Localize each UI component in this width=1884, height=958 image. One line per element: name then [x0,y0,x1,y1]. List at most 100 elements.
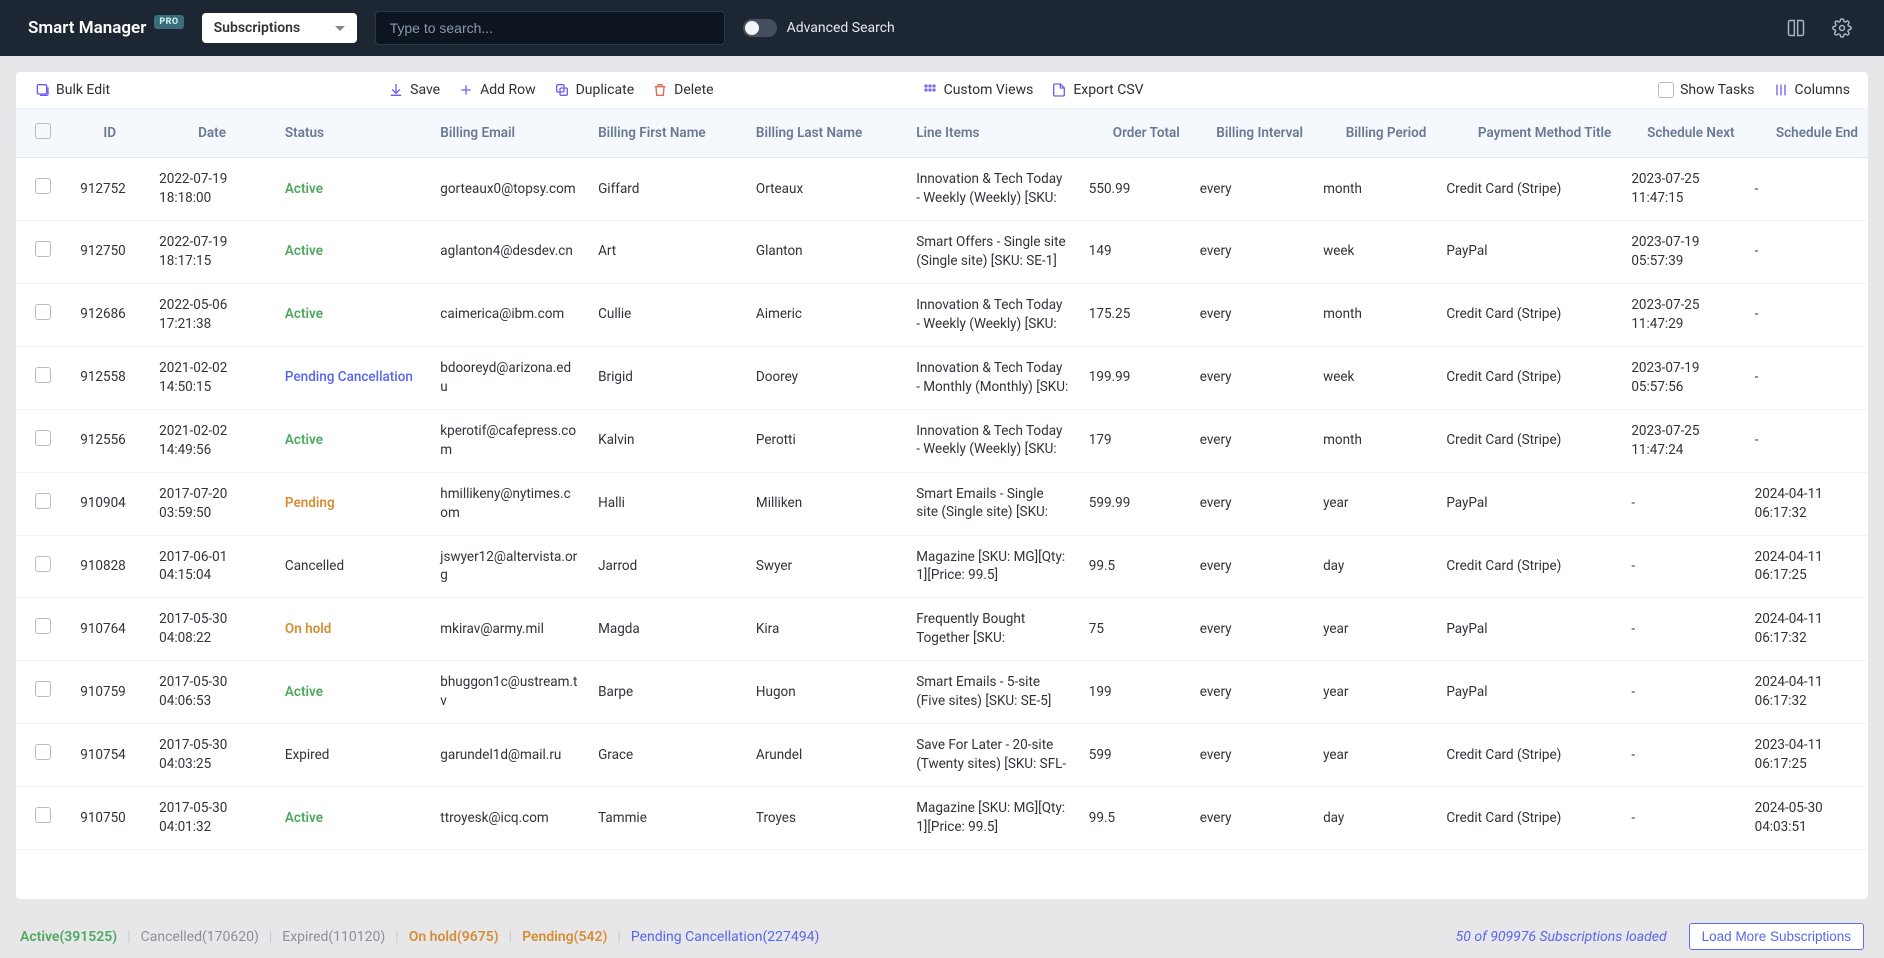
footer: Active(391525) | Cancelled(170620) | Exp… [16,915,1868,958]
cell-id: 910759 [70,661,149,724]
custom-views-button[interactable]: Custom Views [922,82,1034,98]
dashboard-select[interactable]: Subscriptions [202,13,357,43]
row-checkbox[interactable] [35,178,51,194]
cell-period: month [1313,283,1436,346]
filter-onhold[interactable]: On hold(9675) [409,929,499,945]
cell-status: Active [275,158,430,221]
show-tasks-checkbox[interactable] [1658,82,1674,98]
advanced-search-toggle[interactable] [743,19,777,37]
table-row[interactable]: 9127502022-07-19 18:17:15Activeaglanton4… [16,221,1868,284]
cell-total: 599.99 [1079,472,1190,535]
filter-active[interactable]: Active(391525) [20,929,117,945]
cell-items: Innovation & Tech Today - Monthly (Month… [906,346,1079,409]
row-checkbox[interactable] [35,807,51,823]
export-csv-button[interactable]: Export CSV [1051,82,1143,98]
table-row[interactable]: 9107542017-05-30 04:03:25Expiredgarundel… [16,724,1868,787]
gear-icon[interactable] [1828,14,1856,42]
table-row[interactable]: 9125562021-02-02 14:49:56Activekperotif@… [16,409,1868,472]
cell-email: mkirav@army.mil [430,598,588,661]
table-row[interactable]: 9108282017-06-01 04:15:04Cancelledjswyer… [16,535,1868,598]
header-select-all[interactable] [16,109,70,158]
row-checkbox[interactable] [35,367,51,383]
main-panel: Bulk Edit Save Add Row Duplicate Delete … [16,72,1868,899]
cell-email: kperotif@cafepress.com [430,409,588,472]
table-row[interactable]: 9125582021-02-02 14:50:15Pending Cancell… [16,346,1868,409]
cell-interval: every [1190,158,1313,221]
duplicate-button[interactable]: Duplicate [554,82,635,98]
header-status[interactable]: Status [275,109,430,158]
header-period[interactable]: Billing Period [1313,109,1436,158]
cell-total: 99.5 [1079,787,1190,850]
search-input[interactable] [375,11,725,45]
header-items[interactable]: Line Items [906,109,1079,158]
header-send[interactable]: Schedule End [1745,109,1868,158]
cell-interval: every [1190,598,1313,661]
export-csv-label: Export CSV [1073,82,1143,98]
table-scroll[interactable]: ID Date Status Billing Email Billing Fir… [16,109,1868,899]
table-row[interactable]: 9109042017-07-20 03:59:50Pendinghmillike… [16,472,1868,535]
table-body: 9127522022-07-19 18:18:00Activegorteaux0… [16,158,1868,850]
cell-schedule-next: 2023-07-19 05:57:56 [1621,346,1744,409]
table-row[interactable]: 9107642017-05-30 04:08:22On holdmkirav@a… [16,598,1868,661]
cell-interval: every [1190,409,1313,472]
header-date[interactable]: Date [149,109,275,158]
show-tasks-toggle[interactable]: Show Tasks [1658,82,1754,98]
brand: Smart Manager PRO [28,18,184,38]
row-checkbox[interactable] [35,744,51,760]
row-checkbox[interactable] [35,304,51,320]
row-checkbox[interactable] [35,681,51,697]
row-checkbox[interactable] [35,430,51,446]
cell-interval: every [1190,724,1313,787]
table-row[interactable]: 9126862022-05-06 17:21:38Activecaimerica… [16,283,1868,346]
filter-pending-cancellation[interactable]: Pending Cancellation(227494) [631,929,819,945]
save-button[interactable]: Save [388,82,440,98]
header-interval[interactable]: Billing Interval [1190,109,1313,158]
cell-total: 199 [1079,661,1190,724]
row-checkbox[interactable] [35,493,51,509]
cell-period: day [1313,535,1436,598]
cell-status: Pending Cancellation [275,346,430,409]
add-row-button[interactable]: Add Row [458,82,536,98]
duplicate-label: Duplicate [576,82,635,98]
cell-status: Active [275,661,430,724]
delete-button[interactable]: Delete [652,82,713,98]
cell-lname: Orteaux [746,158,906,221]
advanced-search[interactable]: Advanced Search [743,19,895,37]
header-total[interactable]: Order Total [1079,109,1190,158]
cell-payment: Credit Card (Stripe) [1436,787,1621,850]
cell-total: 75 [1079,598,1190,661]
table-row[interactable]: 9127522022-07-19 18:18:00Activegorteaux0… [16,158,1868,221]
header-snext[interactable]: Schedule Next [1621,109,1744,158]
header-lname[interactable]: Billing Last Name [746,109,906,158]
cell-schedule-end: 2024-04-11 06:17:25 [1745,535,1868,598]
table-row[interactable]: 9107592017-05-30 04:06:53Activebhuggon1c… [16,661,1868,724]
header-fname[interactable]: Billing First Name [588,109,746,158]
cell-fname: Magda [588,598,746,661]
cell-id: 910828 [70,535,149,598]
cell-schedule-end: 2024-04-11 06:17:32 [1745,472,1868,535]
cell-status: Active [275,221,430,284]
docs-icon[interactable] [1782,14,1810,42]
cell-interval: every [1190,283,1313,346]
filter-cancelled[interactable]: Cancelled(170620) [141,929,259,945]
row-checkbox[interactable] [35,556,51,572]
row-checkbox[interactable] [35,618,51,634]
cell-status: Expired [275,724,430,787]
columns-button[interactable]: Columns [1773,82,1850,98]
header-payment[interactable]: Payment Method Title [1436,109,1621,158]
header-id[interactable]: ID [70,109,149,158]
cell-items: Magazine [SKU: MG][Qty: 1][Price: 99.5] [906,787,1079,850]
table-row[interactable]: 9107502017-05-30 04:01:32Activettroyesk@… [16,787,1868,850]
cell-date: 2021-02-02 14:49:56 [149,409,275,472]
cell-total: 175.25 [1079,283,1190,346]
cell-fname: Giffard [588,158,746,221]
header-email[interactable]: Billing Email [430,109,588,158]
row-checkbox[interactable] [35,241,51,257]
cell-items: Innovation & Tech Today - Weekly (Weekly… [906,283,1079,346]
cell-period: year [1313,724,1436,787]
cell-id: 910764 [70,598,149,661]
filter-expired[interactable]: Expired(110120) [282,929,385,945]
filter-pending[interactable]: Pending(542) [522,929,607,945]
load-more-button[interactable]: Load More Subscriptions [1689,923,1864,950]
bulk-edit-button[interactable]: Bulk Edit [34,82,110,98]
